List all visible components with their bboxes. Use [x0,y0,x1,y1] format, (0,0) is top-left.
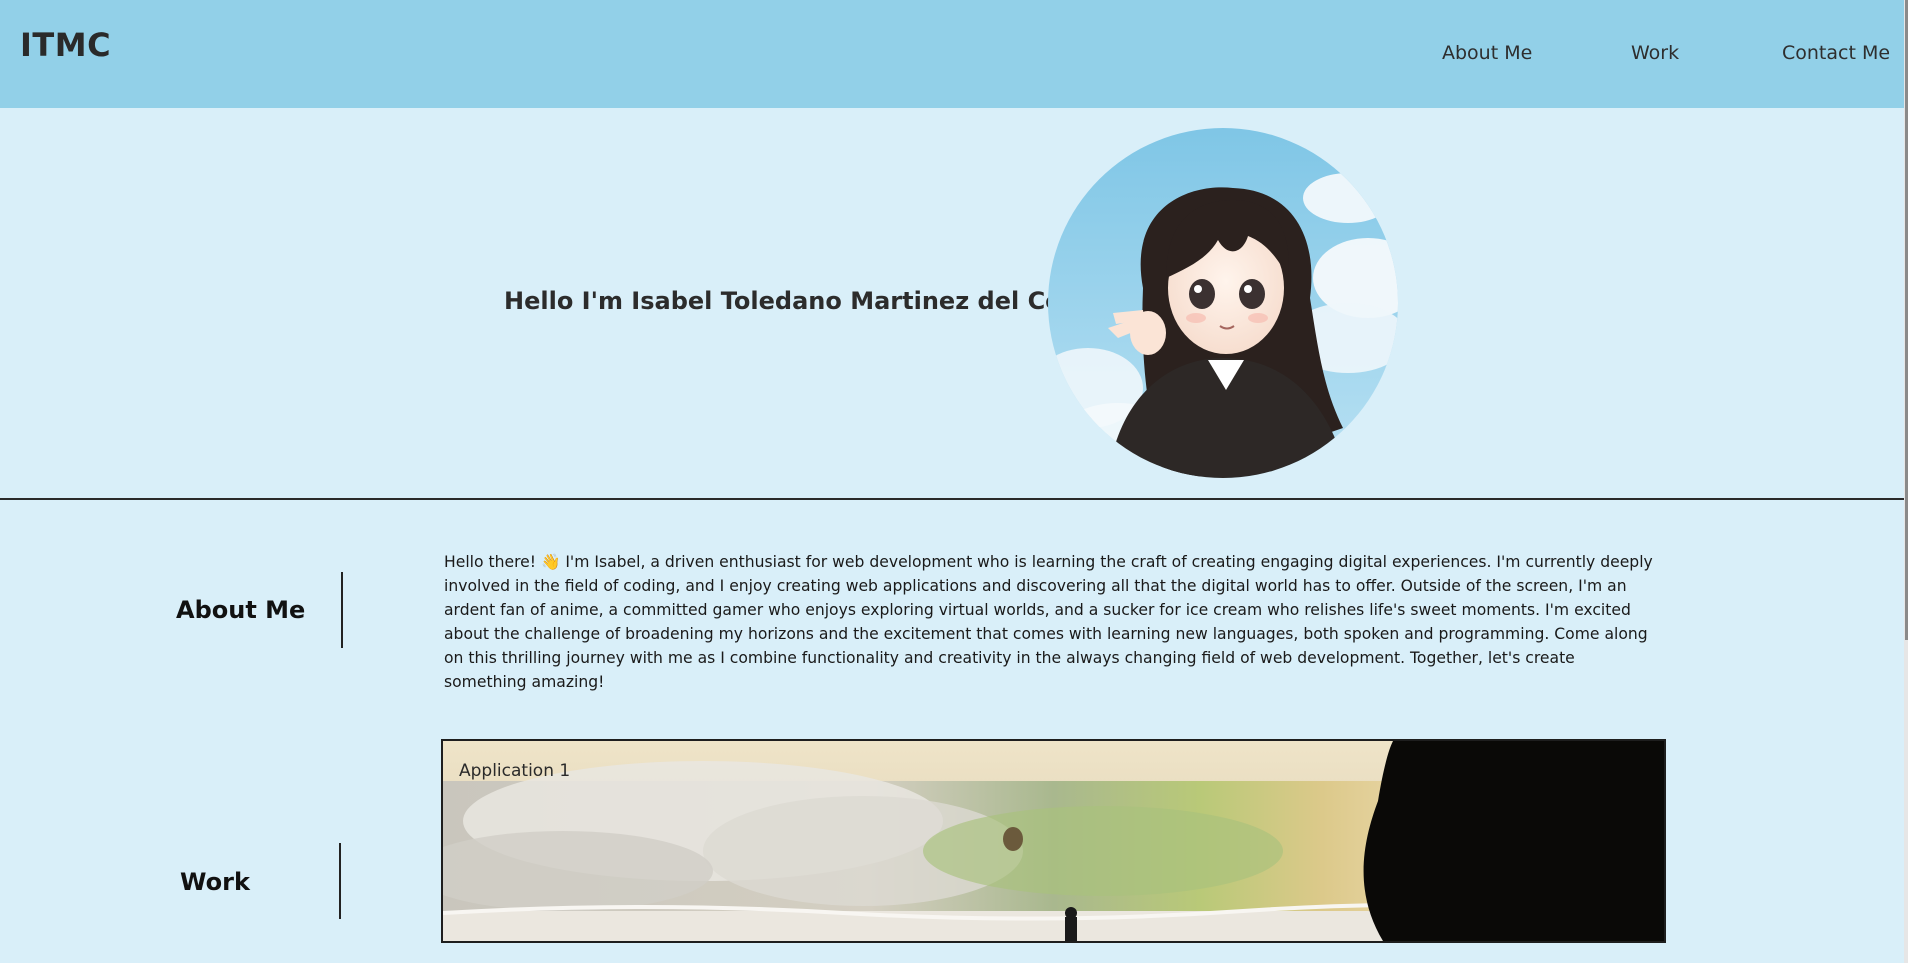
about-me-separator [341,572,343,648]
work-heading: Work [180,868,250,896]
hero-title: Hello I'm Isabel Toledano Martinez del C… [504,287,1102,315]
nav-link-about-me[interactable]: About Me [1442,42,1532,64]
section-divider [0,498,1904,500]
page: ITMC About Me Work Contact Me Hello I'm … [0,0,1908,963]
work-separator [339,843,341,919]
project-card[interactable]: Application 1 [441,739,1666,943]
site-header: ITMC About Me Work Contact Me [0,0,1904,108]
profile-avatar-image [1048,128,1398,478]
nav-link-contact-me[interactable]: Contact Me [1782,42,1890,64]
nav-link-work[interactable]: Work [1631,42,1679,64]
about-me-heading: About Me [176,596,306,624]
project-title: Application 1 [459,761,571,781]
project-thumbnail-image [443,741,1664,941]
site-logo[interactable]: ITMC [20,26,111,64]
about-me-text: Hello there! 👋 I'm Isabel, a driven enth… [444,553,1653,691]
